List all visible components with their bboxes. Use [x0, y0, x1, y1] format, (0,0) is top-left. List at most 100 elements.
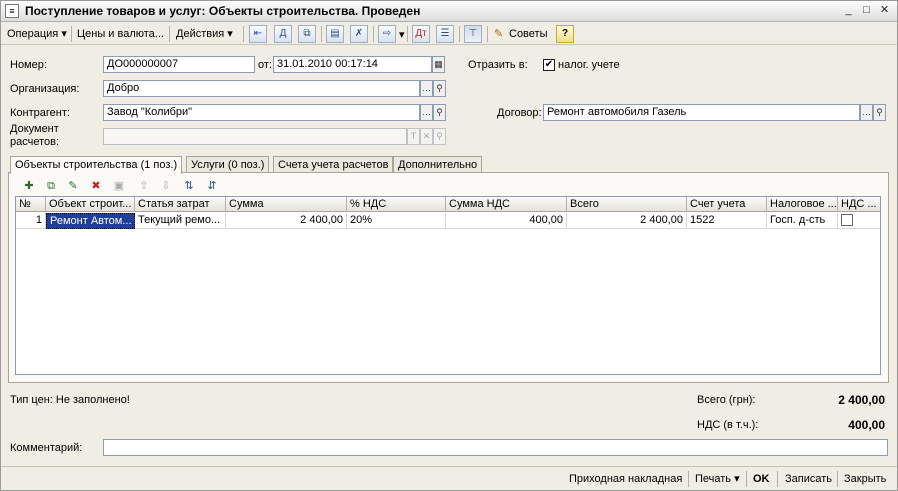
end-edit-icon[interactable]: ▣ — [111, 178, 127, 194]
bottom-separator — [688, 471, 689, 487]
toolbar-separator — [321, 26, 322, 42]
tab-construction-objects[interactable]: Объекты строительства (1 поз.) — [10, 156, 183, 174]
vat-flag-cell[interactable] — [838, 213, 880, 229]
select-ellipsis-icon[interactable]: … — [420, 80, 433, 97]
column-header[interactable]: % НДС — [347, 197, 446, 212]
maximize-button[interactable]: □ — [859, 4, 874, 18]
delete-mark-icon[interactable]: ✗ — [350, 25, 368, 43]
select-ellipsis-icon[interactable]: … — [860, 104, 873, 121]
vat-value: 400,00 — [848, 418, 885, 432]
minimize-button[interactable]: _ — [841, 4, 856, 18]
search-icon[interactable]: ⚲ — [873, 104, 886, 121]
type-icon[interactable]: T — [407, 128, 420, 145]
copy-document-icon[interactable]: ⧉ — [298, 25, 316, 43]
move-up-icon[interactable]: ⇧ — [136, 178, 152, 194]
settlement-doc-field[interactable] — [103, 128, 407, 145]
column-header[interactable]: № — [16, 197, 46, 212]
tax-accounting-checkbox[interactable]: ✔ — [543, 59, 555, 71]
search-icon[interactable]: ⚲ — [433, 104, 446, 121]
prices-currency-button[interactable]: Цены и валюта... — [74, 25, 167, 43]
bottom-bar: Приходная накладная Печать ▾ OK Записать… — [1, 466, 897, 490]
sum-cell[interactable]: 2 400,00 — [226, 213, 347, 229]
toolbar-separator — [169, 26, 170, 42]
column-header[interactable]: Всего — [567, 197, 687, 212]
back-arrow-icon[interactable]: ⇤ — [249, 25, 267, 43]
sort-ascending-icon[interactable]: ⇅ — [181, 178, 197, 194]
contract-field[interactable]: Ремонт автомобиля Газель — [543, 104, 860, 121]
toolbar: Операция ▾ Цены и валюта... Действия ▾ ⇤… — [1, 23, 897, 45]
help-icon[interactable]: ? — [556, 25, 574, 43]
debit-credit-icon[interactable]: Дт — [412, 25, 430, 43]
price-type-text[interactable]: Тип цен: Не заполнено! — [10, 394, 130, 406]
tax-accounting-label: налог. учете — [558, 59, 620, 71]
window-title: Поступление товаров и услуг: Объекты стр… — [25, 4, 421, 18]
copy-row-icon[interactable]: ⧉ — [43, 178, 59, 194]
toolbar-separator — [487, 26, 488, 42]
cost-item-cell[interactable]: Текущий ремо... — [135, 213, 226, 229]
toolbar-separator — [459, 26, 460, 42]
close-button[interactable]: Закрыть — [844, 471, 886, 487]
date-field[interactable]: 31.01.2010 00:17:14 — [273, 56, 432, 73]
save-button[interactable]: Записать — [785, 471, 832, 487]
column-header[interactable]: Сумма НДС — [446, 197, 567, 212]
column-header[interactable]: Счет учета — [687, 197, 767, 212]
title-bar: ≡ Поступление товаров и услуг: Объекты с… — [1, 1, 897, 22]
report-icon[interactable]: ☰ — [436, 25, 454, 43]
tab-additional[interactable]: Дополнительно — [393, 156, 483, 173]
operation-menu-button[interactable]: Операция ▾ — [4, 25, 70, 43]
post-document-icon[interactable]: Д — [274, 25, 292, 43]
calendar-icon[interactable]: ▦ — [432, 56, 445, 73]
total-cell[interactable]: 2 400,00 — [567, 213, 687, 229]
document-icon[interactable]: ≡ — [5, 4, 19, 18]
print-menu-button[interactable]: Печать ▾ — [695, 471, 740, 487]
tax-cell[interactable]: Госп. д-сть — [767, 213, 838, 229]
move-down-icon[interactable]: ⇩ — [158, 178, 174, 194]
organization-field[interactable]: Добро — [103, 80, 420, 97]
object-cell[interactable]: Ремонт Автом... — [46, 213, 135, 229]
sort-descending-icon[interactable]: ⇵ — [204, 178, 220, 194]
vat-rate-cell[interactable]: 20% — [347, 213, 446, 229]
column-header[interactable]: Налоговое ... — [767, 197, 838, 212]
number-field[interactable]: ДО000000007 — [103, 56, 255, 73]
tab-settlement-accounts[interactable]: Счета учета расчетов — [273, 156, 394, 173]
bottom-separator — [746, 471, 747, 487]
row-number-cell[interactable]: 1 — [16, 213, 46, 229]
actions-menu-button[interactable]: Действия ▾ — [173, 25, 236, 43]
delete-row-icon[interactable]: ✖ — [88, 178, 104, 194]
comment-label: Комментарий: — [10, 442, 83, 454]
vat-sum-cell[interactable]: 400,00 — [446, 213, 567, 229]
settlement-doc-label: Документ — [10, 123, 59, 135]
items-table: № Объект строит... Статья затрат Сумма %… — [15, 196, 881, 375]
total-label: Всего (грн): — [697, 394, 756, 406]
invoice-button[interactable]: Приходная накладная — [569, 471, 682, 487]
search-icon[interactable]: ⚲ — [433, 80, 446, 97]
table-header: № Объект строит... Статья затрат Сумма %… — [16, 197, 880, 212]
chevron-down-icon[interactable]: ▾ — [396, 26, 408, 44]
contractor-field[interactable]: Завод "Колибри" — [103, 104, 420, 121]
tab-services[interactable]: Услуги (0 поз.) — [186, 156, 270, 173]
paste-icon[interactable]: ▤ — [326, 25, 344, 43]
close-window-button[interactable]: ✕ — [877, 4, 892, 18]
edit-row-icon[interactable]: ✎ — [65, 178, 81, 194]
bottom-separator — [837, 471, 838, 487]
comment-field[interactable] — [103, 439, 888, 456]
structure-icon[interactable]: ⊤ — [464, 25, 482, 43]
ok-button[interactable]: OK — [753, 471, 770, 487]
table-row[interactable]: 1 Ремонт Автом... Текущий ремо... 2 400,… — [16, 213, 880, 229]
search-icon[interactable]: ⚲ — [433, 128, 446, 145]
vat-flag-checkbox[interactable] — [841, 214, 853, 226]
enter-based-on-icon[interactable]: ⇨ — [378, 25, 396, 43]
select-ellipsis-icon[interactable]: … — [420, 104, 433, 121]
clear-icon[interactable]: ✕ — [420, 128, 433, 145]
column-header[interactable]: НДС ... — [838, 197, 880, 212]
tips-button[interactable]: Советы — [506, 25, 550, 43]
account-cell[interactable]: 1522 — [687, 213, 767, 229]
contract-label: Договор: — [497, 107, 542, 119]
add-row-icon[interactable]: ✚ — [21, 178, 37, 194]
column-header[interactable]: Сумма — [226, 197, 347, 212]
bottom-separator — [777, 471, 778, 487]
tips-icon[interactable]: ✎ — [491, 25, 506, 43]
column-header[interactable]: Объект строит... — [46, 197, 135, 212]
number-label: Номер: — [10, 59, 47, 71]
column-header[interactable]: Статья затрат — [135, 197, 226, 212]
